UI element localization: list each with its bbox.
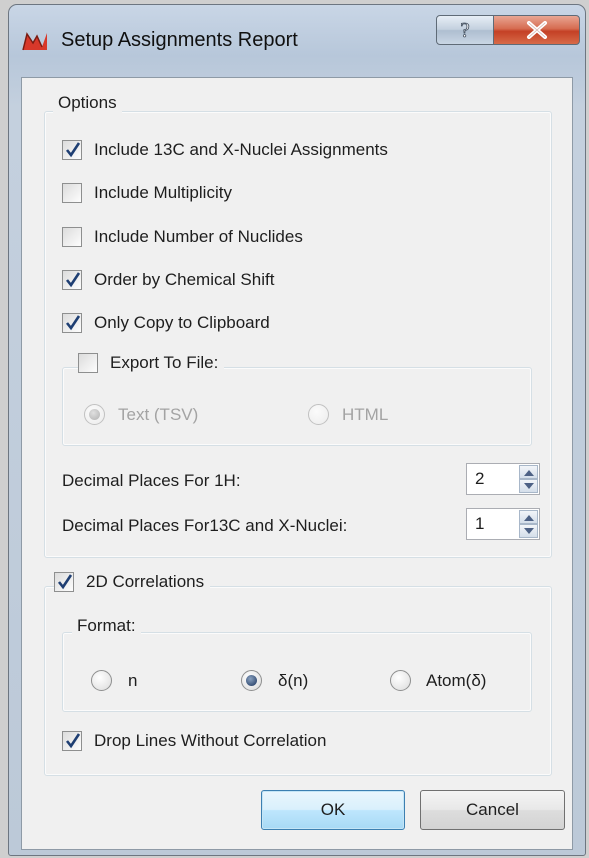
options-group-title: Options [53,93,122,113]
decimal-13c-spinbox[interactable]: 1 [466,508,540,540]
spin-down-button[interactable] [519,479,538,493]
decimal-1h-spinbox[interactable]: 2 [466,463,540,495]
decimal-13c-value[interactable]: 1 [475,514,484,534]
include-nuclides-label: Include Number of Nuclides [94,227,303,246]
radio-text-tsv-label: Text (TSV) [118,405,199,424]
checkmark-icon [65,142,81,158]
include-multiplicity-label: Include Multiplicity [94,183,232,202]
checkbox-box[interactable] [62,270,82,290]
spin-up-button[interactable] [519,510,538,524]
app-icon [22,32,47,51]
checkbox-box[interactable] [62,227,82,247]
checkbox-box[interactable] [54,572,74,592]
title-bar[interactable]: Setup Assignments Report ? [9,5,585,77]
ok-button[interactable]: OK [261,790,405,830]
spin-down-button[interactable] [519,524,538,538]
correlations-label: 2D Correlations [86,572,205,591]
radio-circle[interactable] [84,404,105,425]
spin-buttons [519,465,538,493]
arrow-down-icon [524,528,534,534]
dialog-window: Setup Assignments Report ? Options Inclu… [8,4,586,856]
cancel-button[interactable]: Cancel [420,790,565,830]
only-clipboard-label: Only Copy to Clipboard [94,313,270,332]
close-button[interactable] [493,15,580,45]
radio-dot [89,409,100,420]
arrow-up-icon [524,515,534,521]
radio-circle[interactable] [308,404,329,425]
radio-circle[interactable] [390,670,411,691]
radio-dot [246,675,257,686]
radio-circle[interactable] [241,670,262,691]
help-icon: ? [460,19,470,41]
export-to-file-label: Export To File: [110,353,219,372]
radio-format-delta-n-label: δ(n) [278,671,309,690]
radio-html-label: HTML [342,405,389,424]
arrow-up-icon [524,470,534,476]
arrow-down-icon [524,483,534,489]
checkbox-box[interactable] [62,313,82,333]
radio-format-n-label: n [128,671,138,690]
radio-circle[interactable] [91,670,112,691]
checkmark-icon [65,272,81,288]
decimal-1h-value[interactable]: 2 [475,469,484,489]
radio-format-atom-label: Atom(δ) [426,671,487,690]
checkmark-icon [65,315,81,331]
correlations-checkbox[interactable]: 2D Correlations [54,572,211,592]
format-group-title: Format: [72,616,141,636]
svg-text:?: ? [460,19,469,41]
spin-up-button[interactable] [519,465,538,479]
order-by-shift-label: Order by Chemical Shift [94,270,275,289]
help-button[interactable]: ? [436,15,494,45]
window-title: Setup Assignments Report [61,29,298,51]
dialog-client-area: Options Include 13C and X-Nuclei Assignm… [21,77,573,850]
checkbox-box[interactable] [62,140,82,160]
export-to-file-checkbox[interactable]: Export To File: [78,353,225,373]
spin-buttons [519,510,538,538]
close-icon [526,21,547,39]
checkmark-icon [65,733,81,749]
only-clipboard-checkbox[interactable]: Only Copy to Clipboard [62,313,270,333]
checkbox-box[interactable] [78,353,98,373]
checkbox-box[interactable] [62,183,82,203]
checkmark-icon [57,574,73,590]
drop-lines-checkbox[interactable]: Drop Lines Without Correlation [62,731,326,751]
include-13c-label: Include 13C and X-Nuclei Assignments [94,140,388,159]
drop-lines-label: Drop Lines Without Correlation [94,731,327,750]
include-nuclides-checkbox[interactable]: Include Number of Nuclides [62,227,303,247]
include-13c-checkbox[interactable]: Include 13C and X-Nuclei Assignments [62,140,388,160]
order-by-shift-checkbox[interactable]: Order by Chemical Shift [62,270,274,290]
decimal-1h-label: Decimal Places For 1H: [62,471,241,490]
checkbox-box[interactable] [62,731,82,751]
decimal-13c-label: Decimal Places For13C and X-Nuclei: [62,516,348,535]
include-multiplicity-checkbox[interactable]: Include Multiplicity [62,183,232,203]
